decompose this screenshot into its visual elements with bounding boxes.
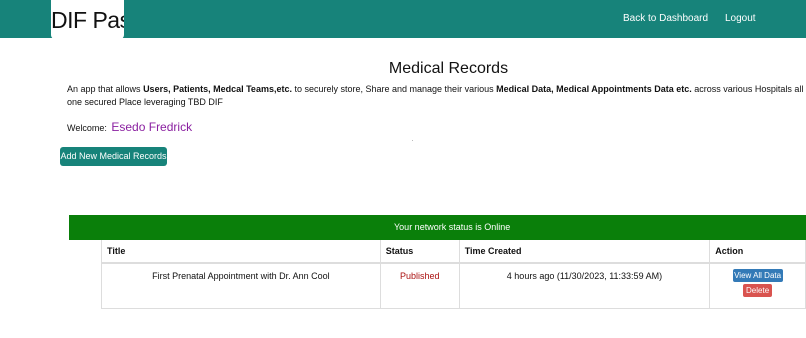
intro-bold-1: Users, Patients, Medcal Teams,etc.	[143, 84, 292, 94]
column-header-action: Action	[709, 240, 806, 264]
column-header-time-created: Time Created	[458, 240, 711, 264]
welcome-message: Welcome: Esedo Fredrick	[67, 120, 192, 134]
column-header-status: Status	[379, 240, 460, 264]
record-status: Published	[379, 262, 460, 309]
table-header-row: Title Status Time Created Action	[101, 240, 806, 264]
app-description: An app that allows Users, Patients, Medc…	[67, 83, 806, 108]
network-status-text: Your network status is Online	[394, 222, 511, 232]
back-to-dashboard-link[interactable]: Back to Dashboard	[623, 13, 708, 24]
record-actions: View All Data Delete	[709, 262, 806, 309]
app-logo[interactable]: DIF Pass	[51, 0, 124, 39]
intro-bold-2: Medical Data, Medical Appointments Data …	[496, 84, 692, 94]
record-title: First Prenatal Appointment with Dr. Ann …	[101, 262, 381, 309]
welcome-label: Welcome:	[67, 123, 107, 133]
column-header-title: Title	[101, 240, 381, 264]
divider-dot	[412, 140, 413, 141]
medical-records-table: Title Status Time Created Action First P…	[101, 240, 806, 309]
table-row: First Prenatal Appointment with Dr. Ann …	[101, 262, 806, 309]
user-name: Esedo Fredrick	[111, 120, 193, 134]
logout-link[interactable]: Logout	[725, 13, 756, 24]
page-title: Medical Records	[388, 60, 509, 77]
add-new-medical-records-button[interactable]: Add New Medical Records	[60, 147, 167, 166]
intro-text-1: An app that allows	[67, 84, 144, 94]
view-all-data-button[interactable]: View All Data	[732, 269, 783, 282]
record-time-created: 4 hours ago (11/30/2023, 11:33:59 AM)	[458, 262, 711, 309]
network-status-banner: Your network status is Online	[69, 215, 806, 240]
top-navbar: DIF Pass Back to Dashboard Logout	[0, 0, 806, 39]
delete-button[interactable]: Delete	[743, 284, 773, 297]
intro-text-2: to securely store, Share and manage thei…	[291, 84, 497, 94]
